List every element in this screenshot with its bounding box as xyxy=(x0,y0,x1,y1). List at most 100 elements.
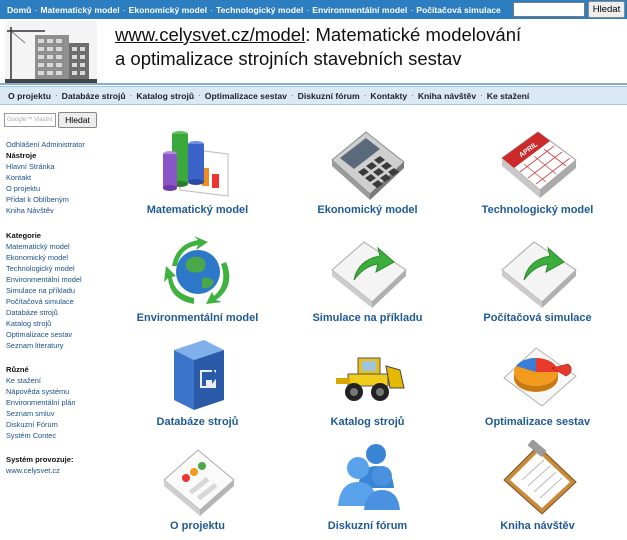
database-box-icon xyxy=(174,340,224,410)
separator: · xyxy=(363,91,367,100)
sidebar-misc-item[interactable]: Diskuzní Fórum xyxy=(6,419,75,430)
sidebar-categories: Kategorie Matematický model Ekonomický m… xyxy=(6,230,82,351)
chart-icon xyxy=(163,131,229,197)
nav-guestbook[interactable]: Kniha návštěv xyxy=(418,91,476,101)
tile-simulation[interactable]: Simulace na příkladu xyxy=(290,232,445,332)
nav-about[interactable]: O projektu xyxy=(8,91,51,101)
topnav-tech-model[interactable]: Technologický model xyxy=(216,5,303,15)
nav-downloads[interactable]: Ke stažení xyxy=(487,91,530,101)
operator-link[interactable]: www.celysvet.cz xyxy=(6,465,74,476)
tile-label: Katalog strojů xyxy=(330,416,405,428)
sidebar-category-item[interactable]: Počítačová simulace xyxy=(6,296,82,307)
page: Domů · Matematický model · Ekonomický mode… xyxy=(0,0,627,540)
tile-label: Technologický model xyxy=(481,204,594,216)
sidebar: Google™ Vlastní Hledat Odhlášení Adminis… xyxy=(0,106,98,540)
separator: · xyxy=(480,91,483,100)
tile-label: Počítačová simulace xyxy=(483,312,592,324)
title-line1: : Matematické modelování xyxy=(305,24,522,45)
separator: · xyxy=(198,91,201,100)
tile-machine-catalog[interactable]: Katalog strojů xyxy=(290,336,445,436)
nav-optimization[interactable]: Optimalizace sestav xyxy=(205,91,287,101)
sidebar-category-item[interactable]: Databáze strojů xyxy=(6,307,82,318)
bulldozer-icon xyxy=(336,357,405,401)
document-arrow-icon xyxy=(331,241,407,308)
tile-guestbook[interactable]: Kniha návštěv xyxy=(460,440,615,540)
tile-label: Optimalizace sestav xyxy=(484,416,591,428)
top-search-button[interactable]: Hledat xyxy=(588,1,625,18)
title-line2: a optimalizace strojních stavebních sest… xyxy=(115,48,462,69)
sidebar-misc: Různé Ke stažení Nápověda systému Enviro… xyxy=(6,364,75,441)
sidebar-category-item[interactable]: Optimalizace sestav xyxy=(6,329,82,340)
tile-label: Ekonomický model xyxy=(317,204,418,216)
topnav-math-model[interactable]: Matematický model xyxy=(40,5,119,15)
separator: · xyxy=(122,4,126,15)
site-title: www.celysvet.cz/model: Matematické model… xyxy=(115,23,620,71)
tile-label: Matematický model xyxy=(146,204,249,216)
separator: · xyxy=(306,4,310,15)
clipboard-icon xyxy=(503,440,577,515)
separator: · xyxy=(410,4,414,15)
sidebar-misc-item[interactable]: Environmentální plán xyxy=(6,397,75,408)
calculator-icon xyxy=(331,131,405,200)
sidebar-misc-item[interactable]: Nápověda systému xyxy=(6,386,75,397)
topnav-home[interactable]: Domů xyxy=(7,5,31,15)
tile-econ-model[interactable]: Ekonomický model xyxy=(290,124,445,224)
form-window-icon xyxy=(163,449,235,516)
category-heading: Kategorie xyxy=(6,231,42,240)
document-arrow-icon xyxy=(501,241,577,308)
nav-machine-catalog[interactable]: Katalog strojů xyxy=(136,91,194,101)
nav-forum[interactable]: Diskuzní fórum xyxy=(298,91,360,101)
sidebar-category-item[interactable]: Katalog strojů xyxy=(6,318,82,329)
nav-machine-db[interactable]: Databáze strojů xyxy=(62,91,126,101)
pie-chart-icon xyxy=(503,347,577,407)
tile-label: Kniha návštěv xyxy=(500,520,575,532)
google-search-input[interactable]: Google™ Vlastní xyxy=(4,113,56,127)
google-search-button[interactable]: Hledat xyxy=(58,112,97,128)
site-url-link[interactable]: www.celysvet.cz/model xyxy=(115,24,305,45)
separator: · xyxy=(129,91,133,100)
sidebar-misc-item[interactable]: Seznam smluv xyxy=(6,408,75,419)
tile-about-project[interactable]: O projektu xyxy=(120,440,275,540)
globe-recycle-icon xyxy=(164,236,230,304)
sidebar-category-item[interactable]: Simulace na příkladu xyxy=(6,285,82,296)
separator: · xyxy=(209,4,213,15)
sidebar-tools: Odhlášení Administrator Nástroje Hlavní … xyxy=(6,139,85,216)
tile-optimization[interactable]: Optimalizace sestav xyxy=(460,336,615,436)
separator: · xyxy=(290,91,294,100)
top-bar: Domů · Matematický model · Ekonomický mode… xyxy=(0,0,627,19)
separator: · xyxy=(411,91,414,100)
sidebar-misc-item[interactable]: Systém Contec xyxy=(6,430,75,441)
sidebar-item-guestbook[interactable]: Kniha Návštěv xyxy=(6,205,85,216)
tile-math-model[interactable]: Matematický model xyxy=(120,124,275,224)
topnav-env-model[interactable]: Environmentální model xyxy=(312,5,407,15)
sidebar-category-item[interactable]: Environmentální model xyxy=(6,274,82,285)
top-search-input[interactable] xyxy=(513,2,585,17)
sidebar-category-item[interactable]: Technologický model xyxy=(6,263,82,274)
logout-link[interactable]: Odhlášení Administrator xyxy=(6,139,85,150)
topnav-econ-model[interactable]: Ekonomický model xyxy=(129,5,207,15)
tools-heading: Nástroje xyxy=(6,151,37,160)
sidebar-category-item[interactable]: Ekonomický model xyxy=(6,252,82,263)
top-nav: Domů · Matematický model · Ekonomický mode… xyxy=(0,0,501,19)
sidebar-item-favorites[interactable]: Přidat k Oblíbeným xyxy=(6,194,85,205)
header: www.celysvet.cz/model: Matematické model… xyxy=(0,19,627,85)
users-icon xyxy=(338,444,400,510)
tile-forum[interactable]: Diskuzní fórum xyxy=(290,440,445,540)
tile-pc-simulation[interactable]: Počítačová simulace xyxy=(460,232,615,332)
tile-env-model[interactable]: Environmentální model xyxy=(120,232,275,332)
sidebar-category-item[interactable]: Matematický model xyxy=(6,241,82,252)
sidebar-item-about[interactable]: O projektu xyxy=(6,183,85,194)
tile-tech-model[interactable]: APRIL Technologický model xyxy=(460,124,615,224)
sidebar-item-home[interactable]: Hlavní Stránka xyxy=(6,161,85,172)
sidebar-item-contact[interactable]: Kontakt xyxy=(6,172,85,183)
tile-label: Diskuzní fórum xyxy=(327,520,408,532)
tile-label: Databáze strojů xyxy=(156,416,239,428)
building-logo-icon xyxy=(5,21,97,83)
tile-machine-db[interactable]: Databáze strojů xyxy=(120,336,275,436)
topnav-pc-simulation[interactable]: Počítačová simulace xyxy=(416,5,501,15)
sidebar-category-item[interactable]: Seznam literatury xyxy=(6,340,82,351)
sidebar-misc-item[interactable]: Ke stažení xyxy=(6,375,75,386)
tile-label: Environmentální model xyxy=(136,312,259,324)
nav-contacts[interactable]: Kontakty xyxy=(370,91,407,101)
tile-label: O projektu xyxy=(169,520,225,532)
